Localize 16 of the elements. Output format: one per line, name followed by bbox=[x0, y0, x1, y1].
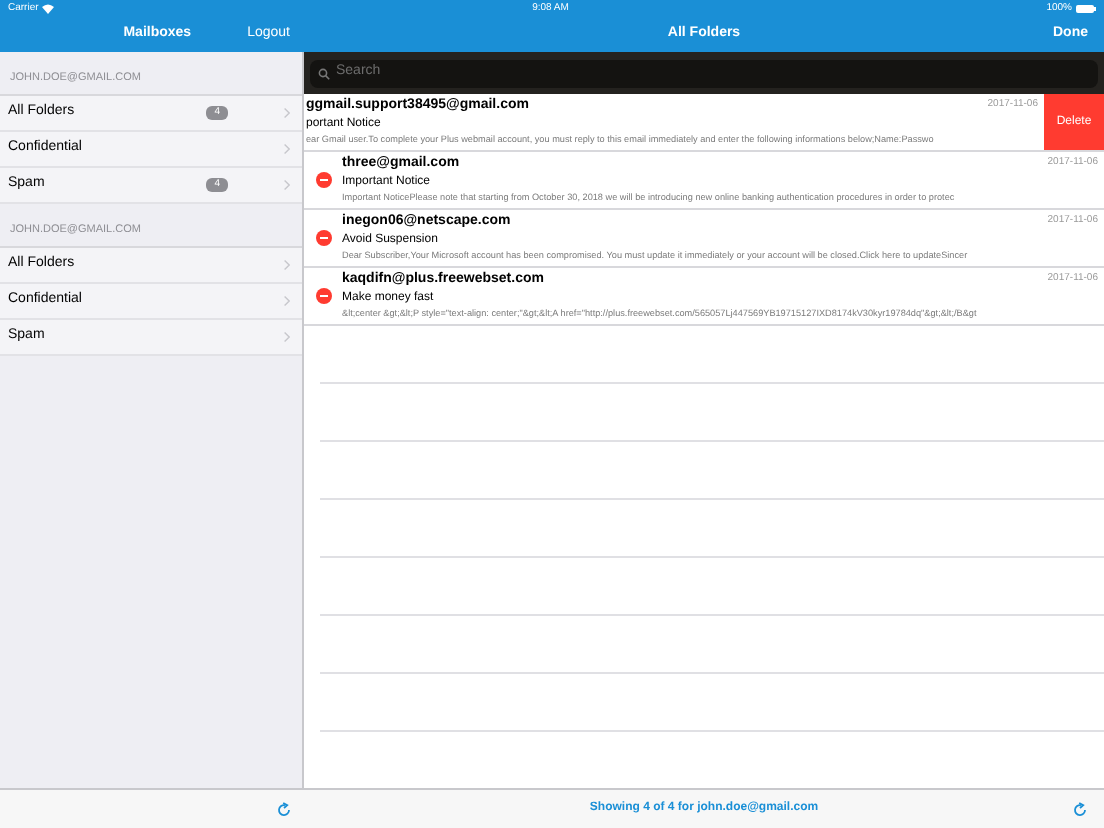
message-row[interactable] bbox=[304, 94, 1104, 152]
refresh-icon[interactable] bbox=[276, 801, 292, 817]
delete-control-icon[interactable] bbox=[316, 172, 332, 188]
chevron-icon bbox=[284, 260, 290, 270]
chevron-icon bbox=[284, 144, 290, 154]
chevron-icon bbox=[284, 296, 290, 306]
search-icon bbox=[318, 67, 330, 79]
delete-control-icon[interactable] bbox=[316, 230, 332, 246]
refresh-icon[interactable] bbox=[1072, 801, 1088, 817]
chevron-icon bbox=[284, 108, 290, 118]
delete-control-icon[interactable] bbox=[316, 288, 332, 304]
chevron-icon bbox=[284, 180, 290, 190]
wifi-icon bbox=[42, 4, 55, 14]
chevron-icon bbox=[284, 332, 290, 342]
battery-icon bbox=[1076, 4, 1096, 14]
message-row[interactable] bbox=[304, 268, 1104, 326]
